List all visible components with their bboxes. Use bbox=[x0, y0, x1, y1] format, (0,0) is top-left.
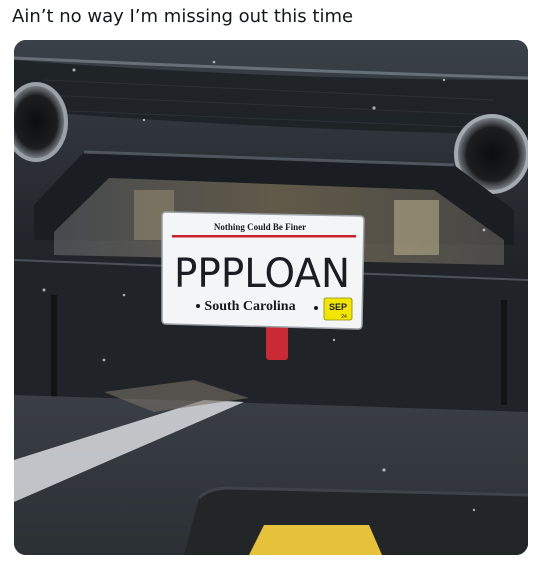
left-exhaust bbox=[14, 82, 68, 162]
foreground-hood bbox=[184, 486, 528, 555]
registration-sticker: SEP 24 bbox=[323, 297, 353, 321]
sticker-year: 24 bbox=[341, 314, 347, 320]
tweet-text: Ain’t no way I’m missing out this time bbox=[12, 6, 354, 27]
plate-state: South Carolina bbox=[204, 299, 295, 314]
tweet-photo[interactable]: Nothing Could Be Finer PPPLOAN South Car… bbox=[14, 40, 528, 555]
plate-motto: Nothing Could Be Finer bbox=[214, 222, 306, 232]
license-plate: Nothing Could Be Finer PPPLOAN South Car… bbox=[161, 211, 365, 330]
plate-stripe bbox=[172, 235, 356, 238]
plate-number: PPPLOAN bbox=[174, 251, 350, 297]
sticker-month: SEP bbox=[329, 302, 347, 312]
